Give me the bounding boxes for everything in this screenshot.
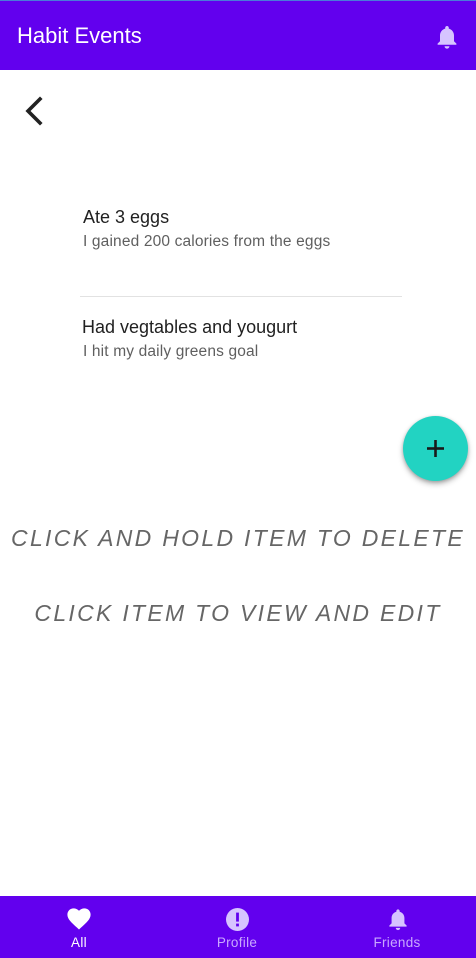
event-description: I gained 200 calories from the eggs xyxy=(83,233,331,250)
nav-label: Profile xyxy=(216,935,258,950)
bottom-navigation: All Profile Friends xyxy=(0,896,476,958)
heart-icon xyxy=(67,908,91,930)
nav-item-friends[interactable]: Friends xyxy=(318,896,476,958)
list-item[interactable]: Had vegtables and yougurt I hit my daily… xyxy=(80,306,402,386)
event-title: Ate 3 eggs xyxy=(83,207,170,227)
delete-hint: CLICK AND HOLD ITEM TO DELETE xyxy=(11,525,465,551)
event-description: I hit my daily greens goal xyxy=(83,343,259,360)
chevron-left-icon xyxy=(25,96,43,126)
alert-circle-icon xyxy=(226,908,249,931)
add-event-button[interactable] xyxy=(403,416,468,481)
habit-events-screen: Habit Events Ate 3 eggs I gained 200 cal… xyxy=(0,0,476,958)
edit-hint: CLICK ITEM TO VIEW AND EDIT xyxy=(34,600,442,626)
event-title: Had vegtables and yougurt xyxy=(82,317,298,337)
nav-label: Friends xyxy=(373,935,421,950)
back-button[interactable] xyxy=(18,92,52,130)
divider xyxy=(80,296,402,297)
nav-item-all[interactable]: All xyxy=(0,896,158,958)
app-bar: Habit Events xyxy=(0,0,476,70)
page-title: Habit Events xyxy=(17,23,142,48)
plus-icon xyxy=(427,440,444,457)
list-item[interactable]: Ate 3 eggs I gained 200 calories from th… xyxy=(80,196,402,276)
bell-icon[interactable] xyxy=(435,24,459,50)
bell-icon xyxy=(389,909,407,931)
nav-item-profile[interactable]: Profile xyxy=(158,896,316,958)
nav-label: All xyxy=(71,935,87,950)
